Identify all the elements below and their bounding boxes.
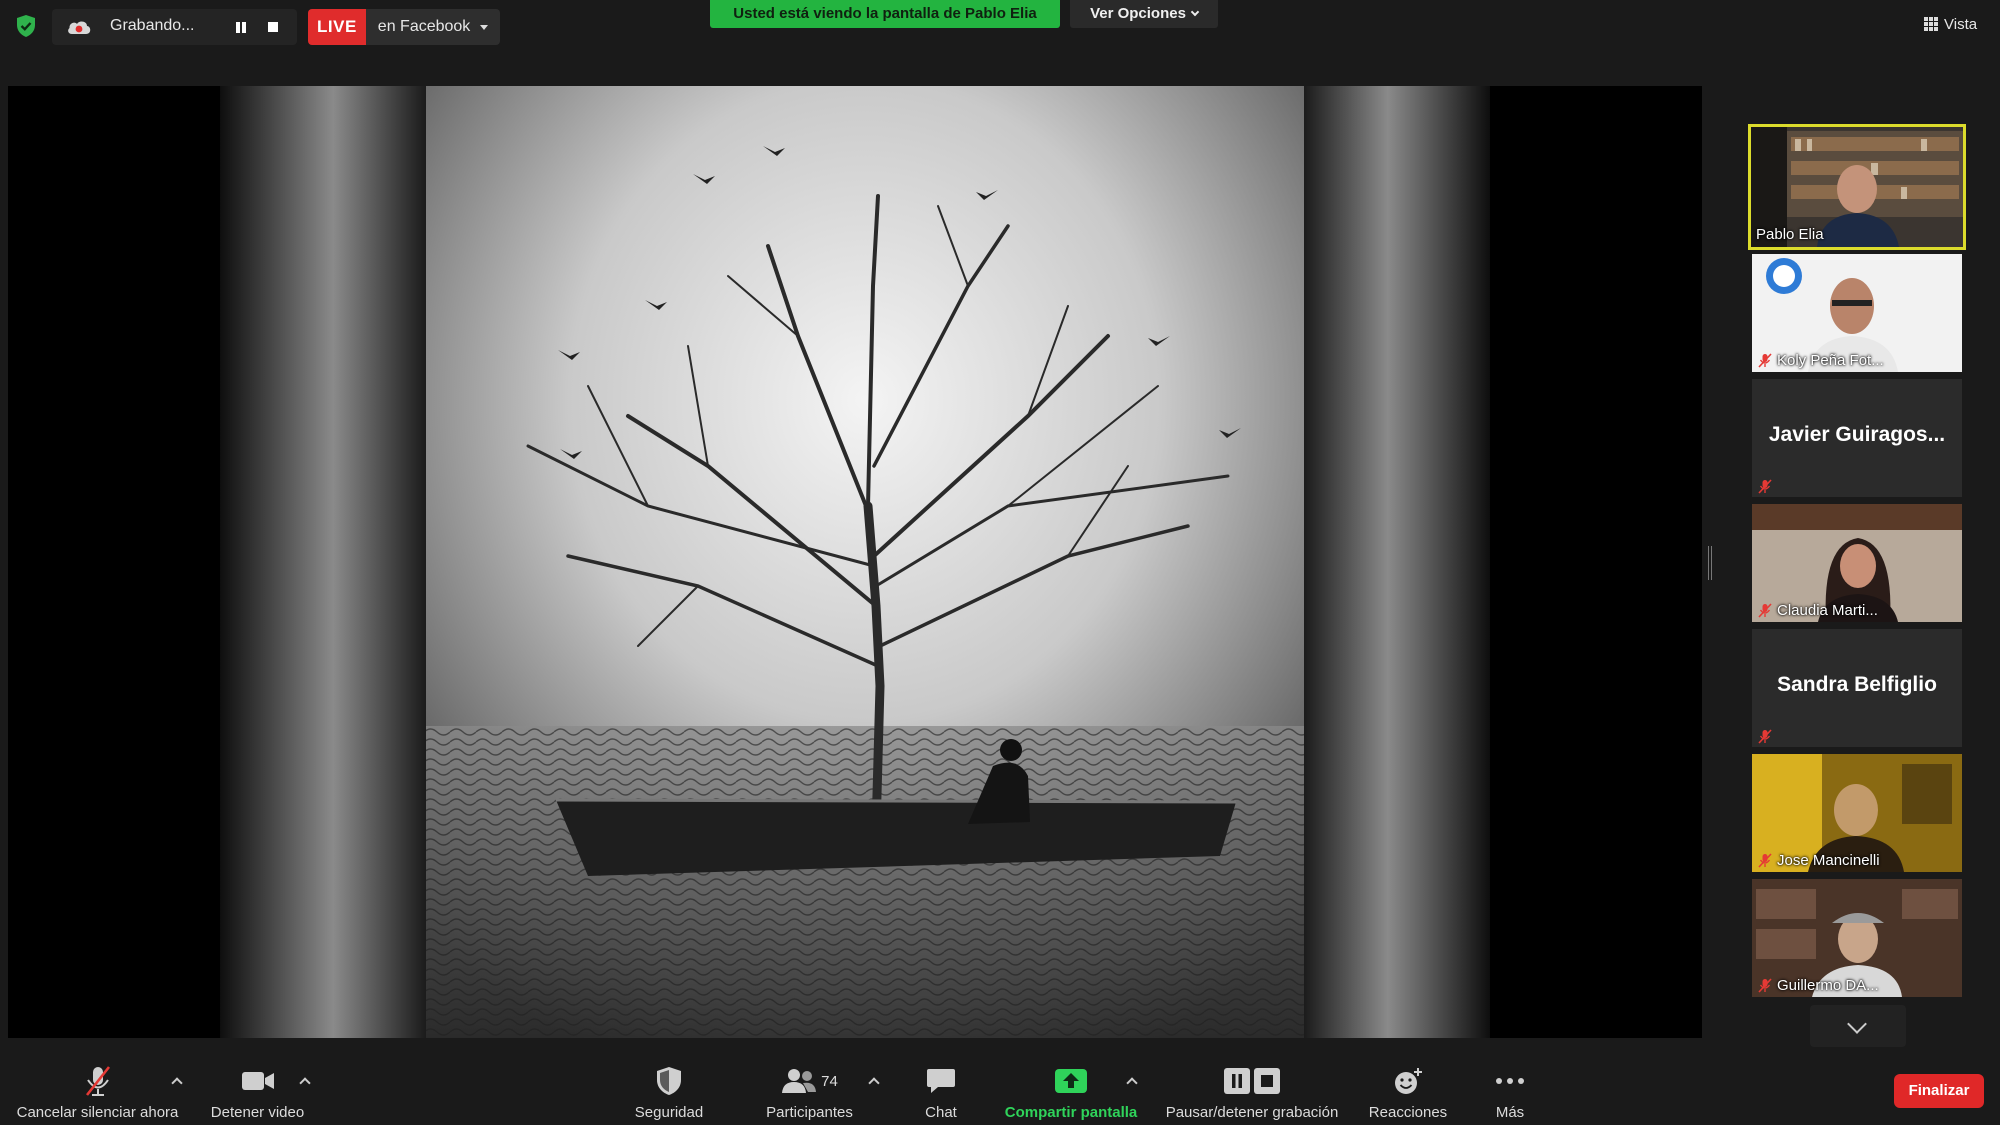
participant-tile[interactable]: Javier Guiragos... <box>1752 379 1962 497</box>
participant-name: Claudia Marti... <box>1777 602 1878 619</box>
more-button[interactable]: Más <box>1480 1064 1540 1121</box>
end-meeting-button[interactable]: Finalizar <box>1894 1074 1984 1108</box>
unmute-label: Cancelar silenciar ahora <box>16 1104 179 1121</box>
recording-label: Grabando... <box>110 17 195 34</box>
shared-photo <box>8 86 1702 1038</box>
participant-name-row <box>1758 479 1772 494</box>
more-dots-icon <box>1496 1078 1524 1084</box>
participants-count: 74 <box>821 1072 838 1090</box>
emoji-plus-icon <box>1395 1068 1422 1094</box>
share-screen-icon <box>1055 1069 1087 1093</box>
reactions-button[interactable]: Reacciones <box>1364 1064 1452 1121</box>
pause-stop-recording-button[interactable]: Pausar/detener grabación <box>1156 1064 1348 1121</box>
panel-resize-handle[interactable] <box>1708 546 1712 580</box>
view-layout-label: Vista <box>1944 15 1978 33</box>
participants-label: Participantes <box>766 1104 853 1121</box>
unmute-button[interactable]: Cancelar silenciar ahora <box>10 1064 185 1121</box>
stop-video-button[interactable]: Detener video <box>200 1064 315 1121</box>
participant-name: Guillermo DA... <box>1777 977 1879 994</box>
video-camera-icon <box>241 1072 274 1090</box>
participant-name-row <box>1758 729 1772 744</box>
shared-screen[interactable] <box>8 86 1702 1038</box>
view-layout-button[interactable]: Vista <box>1924 12 1977 36</box>
view-options-label: Ver Opciones <box>1090 5 1186 22</box>
participant-display-name: Sandra Belfiglio <box>1777 673 1937 696</box>
participant-name-row: Jose Mancinelli <box>1758 852 1880 869</box>
muted-mic-icon <box>1758 729 1772 744</box>
muted-mic-icon <box>1758 853 1772 868</box>
chat-button[interactable]: Chat <box>906 1064 976 1121</box>
stop-recording-button[interactable] <box>264 18 282 36</box>
stop-video-label: Detener video <box>210 1104 305 1121</box>
live-stream-menu[interactable]: LIVE en Facebook <box>308 9 501 45</box>
share-screen-label: Compartir pantalla <box>1004 1104 1138 1121</box>
live-destination: en Facebook <box>365 9 501 45</box>
share-screen-button[interactable]: Compartir pantalla <box>1000 1064 1142 1121</box>
participant-tile[interactable]: Sandra Belfiglio <box>1752 629 1962 747</box>
gallery-scroll-down-button[interactable] <box>1810 1005 1906 1047</box>
meeting-toolbar: Cancelar silenciar ahora Detener video S… <box>0 1050 2000 1125</box>
shield-check-icon[interactable] <box>14 14 38 38</box>
participant-tile[interactable]: Claudia Marti... <box>1752 504 1962 622</box>
grid-icon <box>1924 17 1938 31</box>
participant-name-row: Claudia Marti... <box>1758 602 1878 619</box>
share-options-caret[interactable] <box>1125 1074 1139 1088</box>
participant-tile[interactable]: Koly Peña Fot... <box>1752 254 1962 372</box>
participant-display-name: Javier Guiragos... <box>1768 423 1946 446</box>
pause-recording-button[interactable] <box>232 18 250 36</box>
cloud-record-icon <box>68 21 91 34</box>
live-badge: LIVE <box>308 9 366 45</box>
pause-stop-recording-label: Pausar/detener grabación <box>1165 1104 1339 1121</box>
view-options-button[interactable]: Ver Opciones <box>1070 0 1218 28</box>
security-button[interactable]: Seguridad <box>622 1064 716 1121</box>
caret-down-icon <box>480 24 489 30</box>
live-destination-label: en Facebook <box>377 18 471 35</box>
participant-name-row: Pablo Elia <box>1756 226 1824 243</box>
participant-name: Pablo Elia <box>1756 226 1824 243</box>
muted-mic-icon <box>1758 978 1772 993</box>
participant-name-row: Koly Peña Fot... <box>1758 352 1884 369</box>
participant-tile[interactable]: Guillermo DA... <box>1752 879 1962 997</box>
people-icon <box>782 1069 817 1093</box>
security-label: Seguridad <box>634 1104 704 1121</box>
recording-indicator: Grabando... <box>52 9 297 45</box>
participant-tile[interactable]: Jose Mancinelli <box>1752 754 1962 872</box>
reactions-label: Reacciones <box>1368 1104 1448 1121</box>
participant-name: Jose Mancinelli <box>1777 852 1880 869</box>
chat-label: Chat <box>925 1104 957 1121</box>
top-bar: Grabando... LIVE en Facebook Usted está … <box>0 0 2000 52</box>
muted-mic-icon <box>1758 479 1772 494</box>
screen-share-banner: Usted está viendo la pantalla de Pablo E… <box>710 0 1060 28</box>
participant-name: Koly Peña Fot... <box>1777 352 1884 369</box>
participant-tile[interactable]: Pablo Elia <box>1748 124 1966 250</box>
participants-button[interactable]: 74 Participantes <box>752 1064 867 1121</box>
chat-bubble-icon <box>927 1069 955 1093</box>
video-options-caret[interactable] <box>298 1074 312 1088</box>
chevron-down-icon <box>1190 7 1200 17</box>
muted-mic-icon <box>1758 603 1772 618</box>
muted-mic-icon <box>1758 353 1772 368</box>
muted-mic-icon <box>85 1066 110 1096</box>
participant-name-row: Guillermo DA... <box>1758 977 1879 994</box>
pause-stop-icon <box>1224 1068 1280 1094</box>
more-label: Más <box>1495 1104 1525 1121</box>
participants-options-caret[interactable] <box>867 1074 881 1088</box>
shield-icon <box>657 1067 681 1095</box>
audio-options-caret[interactable] <box>170 1074 184 1088</box>
